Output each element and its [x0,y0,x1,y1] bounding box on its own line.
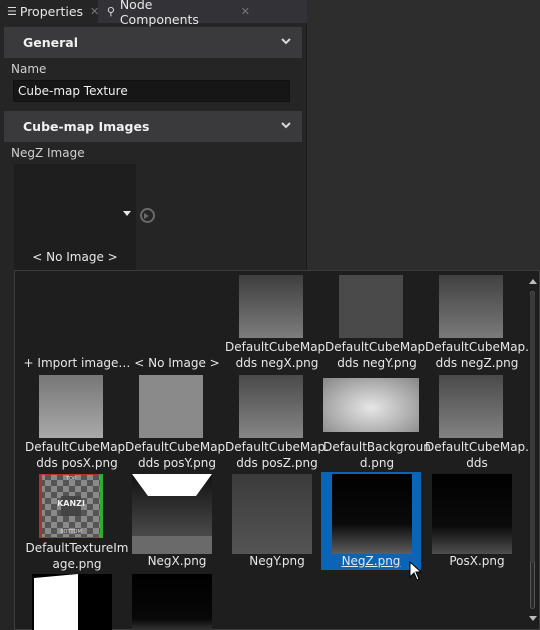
picker-item-caption: DefaultCubeMap. dds posZ.png [225,440,329,470]
picker-item-caption: DefaultCubeMap. dds negX.png [225,340,329,370]
picker-item-posz-cubemap[interactable]: DefaultCubeMap. dds posZ.png [225,372,329,472]
picker-item-posy-cubemap[interactable]: DefaultCubeMap. dds posY.png [125,372,229,472]
scroll-down-icon[interactable] [529,616,537,621]
picker-item-caption: DefaultCubeMap. dds negZ.png [425,340,529,370]
thumbnail [323,378,419,432]
picker-item-posz-partial[interactable] [127,572,227,630]
thumbnail [439,275,503,338]
list-icon: ☰ [7,5,17,18]
thumbnail [339,275,403,338]
picker-item-default-background[interactable]: DefaultBackgroun d.png [323,372,431,472]
picker-item-caption: DefaultCubeMap. dds posY.png [125,440,229,470]
name-label: Name [11,62,47,76]
thumbnail [132,574,212,630]
tab-properties-label: Properties [19,4,84,19]
close-icon[interactable]: ✕ [241,5,250,18]
tab-node-components-label: Node Components [119,0,199,27]
chevron-down-icon [281,38,291,45]
tab-properties[interactable]: ☰ Properties ✕ [0,0,99,23]
picker-item-negx[interactable]: NegX.png [127,472,227,572]
picker-no-image[interactable]: < No Image > [127,271,227,371]
scroll-up-icon[interactable] [529,279,537,284]
picker-item-default-texture[interactable]: TOP KANZI BOTTOM DefaultTextureIm age.pn… [25,472,129,572]
tab-bar: ☰ Properties ✕ ⚲ Node Components ✕ [0,0,307,27]
section-cubemap-images-title: Cube-map Images [23,119,150,134]
picker-scrollbar[interactable] [526,271,539,629]
picker-item-caption: + Import image… [23,356,131,370]
checker-center-text: KANZI [57,499,85,508]
section-general-title: General [23,35,78,50]
go-to-resource-icon[interactable] [140,208,155,223]
tab-node-components[interactable]: ⚲ Node Components ✕ [100,0,250,27]
picker-item-caption: DefaultTextureIm age.png [25,541,129,571]
picker-item-caption: DefaultCubeMap. dds negY.png [325,340,429,370]
thumbnail [32,574,112,630]
negz-image-label: NegZ Image [11,146,85,160]
name-field[interactable]: Cube-map Texture [13,80,290,102]
picker-item-negz-selected[interactable]: NegZ.png [321,472,421,570]
checker-top-text: TOP [65,476,76,482]
picker-item-negy[interactable]: NegY.png [227,472,327,572]
picker-item-caption: < No Image > [134,356,220,370]
picker-item-default-cubemap[interactable]: DefaultCubeMap. dds [425,372,529,472]
picker-item-caption: DefaultCubeMap. dds [425,440,529,470]
scroll-thumb[interactable] [530,293,535,563]
thumbnail [439,375,503,438]
picker-item-posx[interactable]: PosX.png [427,472,527,572]
mouse-cursor-icon [409,561,423,581]
picker-item-posy-partial[interactable] [27,572,127,630]
thumbnail [432,474,512,554]
close-icon[interactable]: ✕ [90,5,99,18]
picker-item-caption: NegX.png [147,554,207,568]
picker-import-image[interactable]: + Import image… [24,271,131,371]
thumbnail [139,375,203,438]
picker-item-caption: PosX.png [449,554,505,568]
picker-item-negz-cubemap[interactable]: DefaultCubeMap. dds negZ.png [425,271,529,371]
chevron-down-icon [281,122,291,129]
section-general[interactable]: General [4,27,302,58]
section-cubemap-images[interactable]: Cube-map Images [4,111,302,142]
negz-image-value: < No Image > [32,250,118,264]
thumbnail [239,275,303,338]
thumbnail [132,474,212,554]
picker-item-negx-cubemap[interactable]: DefaultCubeMap. dds negX.png [225,271,329,371]
negz-image-selector[interactable]: < No Image > [14,164,136,270]
picker-item-negy-cubemap[interactable]: DefaultCubeMap. dds negY.png [325,271,429,371]
components-icon: ⚲ [106,5,115,18]
picker-item-caption: DefaultBackgroun d.png [323,440,431,470]
thumbnail [39,375,103,438]
dropdown-arrow-icon[interactable] [123,211,131,216]
picker-item-caption: DefaultCubeMap. dds posX.png [25,440,129,470]
thumbnail [332,474,412,554]
thumbnail [239,375,303,438]
checker-bottom-text: BOTTOM [60,529,82,535]
image-picker-popup: + Import image… < No Image > DefaultCube… [14,270,540,630]
picker-item-posx-cubemap[interactable]: DefaultCubeMap. dds posX.png [25,372,129,472]
thumbnail [232,474,312,554]
